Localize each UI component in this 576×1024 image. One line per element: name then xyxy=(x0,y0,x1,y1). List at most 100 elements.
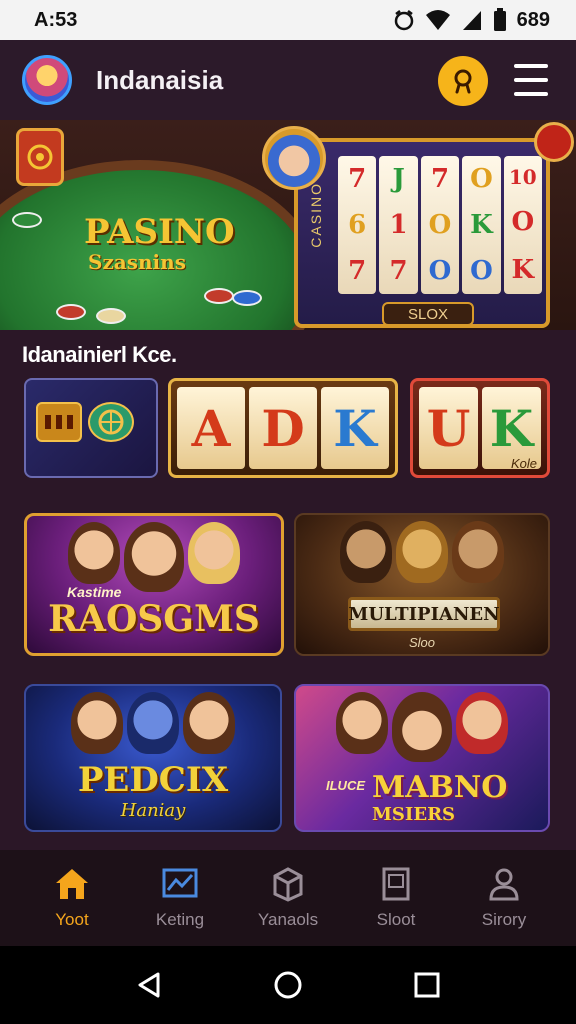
account-button[interactable] xyxy=(438,56,488,106)
lion-face xyxy=(396,521,448,583)
reel-symbol: O xyxy=(470,256,493,286)
reel-symbol: 1 xyxy=(389,210,408,240)
status-bar: A:53 689 xyxy=(0,0,576,40)
card-title: PEDCIX xyxy=(77,760,229,800)
nav-label: Sloot xyxy=(376,910,416,929)
bar-symbol-icon xyxy=(45,415,73,429)
game-tile[interactable] xyxy=(24,378,158,478)
card-subtitle: MSIERS xyxy=(372,804,456,825)
app-screen: A:53 689 Indanaisia PASINO Szasnins CASI… xyxy=(0,0,576,1024)
card-subtitle: Sloo xyxy=(408,635,436,650)
slot-reel: 7 O O xyxy=(420,156,460,294)
card-subtitle: Haniay xyxy=(120,800,186,821)
character-face xyxy=(456,692,508,754)
user-icon xyxy=(454,69,472,94)
banner-subtitle: Szasnins xyxy=(88,250,186,274)
slot-spin-button[interactable]: SLOX xyxy=(382,302,474,326)
system-navigation-bar xyxy=(0,946,576,1024)
menu-line xyxy=(514,64,548,68)
mini-slot-illustration xyxy=(36,402,134,442)
home-circle-icon[interactable] xyxy=(273,970,303,1000)
reel-symbol: K xyxy=(470,210,493,240)
reel-symbol: 7 xyxy=(430,164,450,194)
card-title: RAOSGMS xyxy=(48,598,260,640)
nav-label: Yanaols xyxy=(257,910,319,929)
section-title: Idanainierl Kce. xyxy=(22,342,177,367)
character-face xyxy=(127,692,179,754)
menu-line xyxy=(514,92,548,96)
game-tile[interactable]: A D K xyxy=(168,378,398,478)
hero-banner[interactable]: PASINO Szasnins CASINO 7 6 7 J 1 7 7 O O… xyxy=(0,120,576,330)
app-title: Indanaisia xyxy=(96,64,224,95)
nav-item-yanaols[interactable]: Yanaols xyxy=(240,866,336,930)
character-face xyxy=(188,522,240,584)
nav-item-keting[interactable]: Keting xyxy=(132,866,228,930)
reel-symbol: 10 xyxy=(508,165,537,189)
reel-symbol: 7 xyxy=(389,256,408,286)
menu-line xyxy=(514,78,548,82)
game-card[interactable]: MULTIPIANEN Sloo xyxy=(294,513,550,656)
character-face xyxy=(340,521,392,583)
nav-item-sirory[interactable]: Sirory xyxy=(456,866,552,930)
nav-label: Keting xyxy=(155,910,205,929)
reel-symbol: K xyxy=(511,255,535,285)
app-logo-avatar[interactable] xyxy=(22,55,72,105)
corner-badge-icon xyxy=(534,122,574,162)
game-card[interactable]: ILUCE MABNO MSIERS xyxy=(294,684,550,832)
reel-symbol: O xyxy=(470,164,493,194)
nav-item-sloot[interactable]: Sloot xyxy=(348,866,444,930)
slot-reel: O K O xyxy=(462,156,501,294)
slot-machine-icon xyxy=(382,867,410,901)
wifi-icon xyxy=(425,10,450,30)
signal-icon xyxy=(462,11,481,30)
recents-icon[interactable] xyxy=(412,970,442,1000)
game-tile[interactable]: U K Kole xyxy=(410,378,550,478)
back-icon[interactable] xyxy=(134,970,164,1000)
nav-item-home[interactable]: Yoot xyxy=(24,866,120,930)
tile-subtitle: Kole xyxy=(510,456,537,471)
slot-reel: 7 6 7 xyxy=(338,156,377,294)
card-title: MABNO xyxy=(372,770,508,805)
wheel-icon xyxy=(88,402,134,442)
reel-symbol: O xyxy=(511,207,535,237)
chip-stack-icon xyxy=(204,288,234,304)
chip-stack-icon xyxy=(96,308,126,324)
roulette-icon xyxy=(98,409,124,435)
character-face xyxy=(183,692,235,754)
slot-reel: J 1 7 xyxy=(379,156,418,294)
cowboy-face xyxy=(392,692,452,762)
character-face xyxy=(452,521,504,583)
character-face xyxy=(124,522,184,592)
slot-side-label: CASINO xyxy=(308,182,324,248)
nav-label: Yoot xyxy=(55,910,89,929)
game-card[interactable]: PEDCIX Haniay xyxy=(24,684,282,832)
chip-stack-icon xyxy=(56,304,86,320)
slot-machine-illustration: CASINO 7 6 7 J 1 7 7 O O O K O 10 O K SL… xyxy=(294,138,550,328)
reel-symbol: 7 xyxy=(348,164,367,194)
menu-button[interactable] xyxy=(514,64,548,96)
character-face xyxy=(68,522,120,584)
profile-icon xyxy=(489,868,519,901)
slot-reel: 10 O K xyxy=(503,156,542,294)
characters-illustration xyxy=(296,521,548,583)
home-icon xyxy=(56,869,88,899)
status-time: A:53 xyxy=(34,8,78,31)
chip-stack-icon xyxy=(232,290,262,306)
nav-label: Sirory xyxy=(481,910,527,929)
tile-letter: K xyxy=(321,387,389,469)
characters-illustration xyxy=(296,692,548,762)
dealer-character-illustration xyxy=(262,126,326,190)
reel-symbol: 6 xyxy=(348,210,367,240)
chart-icon xyxy=(162,868,198,898)
status-icons: 689 xyxy=(393,8,550,32)
reel-symbol: 7 xyxy=(348,256,367,286)
bars-icon xyxy=(36,402,82,442)
reel-symbol: J xyxy=(392,164,405,194)
card-title: MULTIPIANEN xyxy=(348,597,500,631)
characters-illustration xyxy=(26,692,280,754)
badge-icon xyxy=(16,128,64,186)
game-card[interactable]: Kastime RAOSGMS xyxy=(24,513,284,656)
card-kicker: ILUCE xyxy=(326,778,365,793)
character-face xyxy=(71,692,123,754)
alarm-icon xyxy=(394,10,413,31)
